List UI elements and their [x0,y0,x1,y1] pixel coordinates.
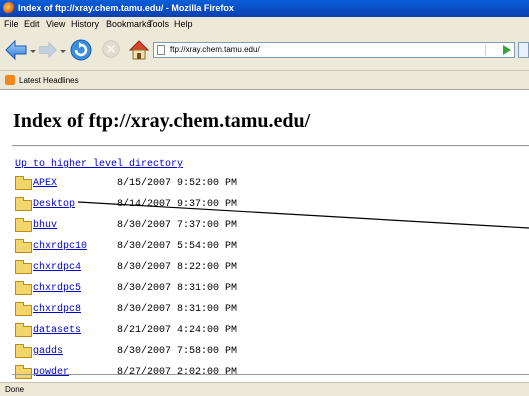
stop-icon [102,40,120,58]
menu-file[interactable]: File [4,19,19,29]
menu-view[interactable]: View [46,19,65,29]
go-icon[interactable] [503,45,511,55]
url-input[interactable] [170,45,460,54]
page-content: Index of ftp://xray.chem.tamu.edu/ Up to… [0,90,529,382]
home-button[interactable] [127,38,151,62]
firefox-icon [3,2,15,14]
navigation-toolbar [0,32,529,71]
bookmark-latest-headlines[interactable]: Latest Headlines [19,76,79,85]
search-box[interactable] [518,42,529,58]
url-dropdown-icon[interactable] [485,45,496,55]
divider [12,374,529,375]
forward-button[interactable] [38,40,58,60]
menu-tools[interactable]: Tools [148,19,169,29]
back-arrow-icon [5,39,27,61]
status-text: Done [5,385,25,394]
rss-feed-icon [5,75,15,85]
menu-edit[interactable]: Edit [24,19,40,29]
home-icon [128,40,150,60]
menu-bar: File Edit View History Bookmarks Tools H… [0,17,529,32]
page-icon [157,45,165,55]
menu-history[interactable]: History [71,19,99,29]
stop-button[interactable] [101,39,121,59]
back-button[interactable] [4,38,28,62]
back-history-dropdown-icon[interactable] [30,50,36,53]
menu-bookmarks[interactable]: Bookmarks [106,19,151,29]
forward-history-dropdown-icon[interactable] [60,50,66,53]
bookmarks-toolbar: Latest Headlines [0,71,529,90]
annotation-line [77,201,529,229]
window-title: Index of ftp://xray.chem.tamu.edu/ - Moz… [18,3,234,13]
reload-button[interactable] [69,38,93,62]
window-title-bar: Index of ftp://xray.chem.tamu.edu/ - Moz… [0,0,529,17]
forward-arrow-icon [39,41,57,59]
menu-help[interactable]: Help [174,19,193,29]
reload-icon [70,39,92,61]
address-bar[interactable] [153,42,515,58]
status-bar: Done [0,382,529,396]
